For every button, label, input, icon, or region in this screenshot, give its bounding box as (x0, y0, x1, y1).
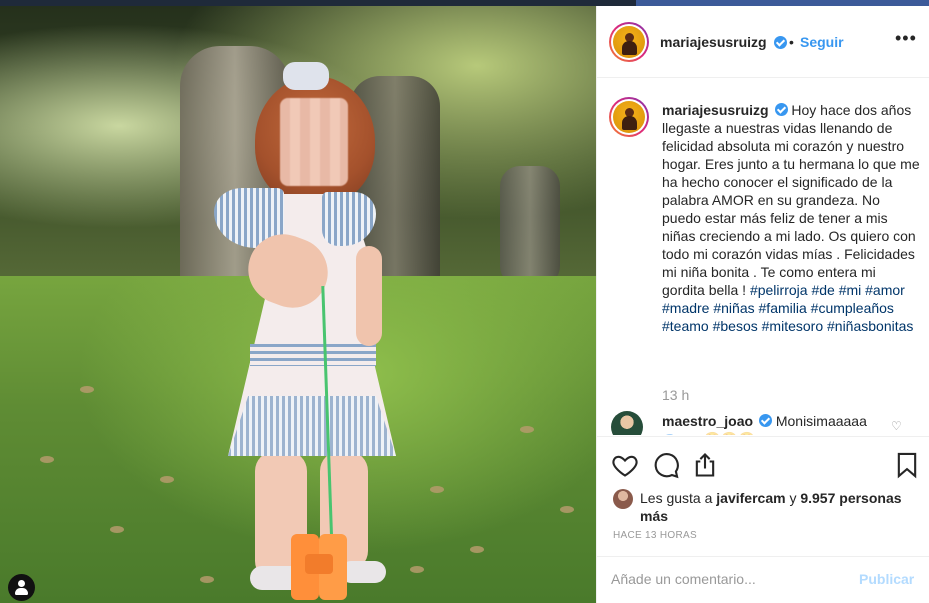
publish-button[interactable]: Publicar (859, 571, 914, 587)
hashtag-link[interactable]: #teamo (662, 318, 709, 334)
photo-leaf (80, 386, 94, 393)
photo-leaf (560, 506, 574, 513)
girl-face-blurred (280, 98, 348, 186)
add-comment-bar: Publicar (597, 556, 929, 603)
bookmark-icon[interactable] (893, 451, 921, 479)
photo-leaf (160, 476, 174, 483)
verified-badge-icon (758, 414, 772, 427)
comment-text-continuation: @ ..... 😍😍😍 (662, 431, 756, 435)
comment-icon[interactable] (652, 451, 680, 479)
girl-arm (356, 246, 382, 346)
comment-like-icon[interactable]: ♡ (891, 419, 902, 433)
caption-username[interactable]: mariajesusruizg (662, 102, 769, 118)
comment: maestro_joao Monisimaaaaa (662, 413, 867, 429)
post-caption: mariajesusruizg Hoy hace dos años llegas… (662, 101, 920, 335)
add-comment-input[interactable] (611, 571, 841, 587)
avatar-ring (611, 24, 647, 60)
girl-hair-bow (283, 62, 329, 90)
caption-text: Hoy hace dos años llegaste a nuestras vi… (662, 102, 920, 298)
photo-tree-trunk (500, 166, 560, 286)
author-username[interactable]: mariajesusruizg (660, 34, 767, 50)
photo-leaf (40, 456, 54, 463)
hashtag-link[interactable]: #cumpleaños (811, 300, 894, 316)
hashtag-link[interactable]: #pelirroja (750, 282, 808, 298)
hashtag-link[interactable]: #mitesoro (762, 318, 823, 334)
hashtag-link[interactable]: #familia (759, 300, 807, 316)
photo-leaf (430, 486, 444, 493)
avatar-figure (622, 116, 637, 130)
likes-prefix: Les gusta a (640, 490, 713, 506)
hashtag-link[interactable]: #niñas (713, 300, 754, 316)
post-side-panel: mariajesusruizg • Seguir ••• mariajesusr… (596, 6, 929, 603)
user-tag-body (15, 588, 28, 595)
girl-dress-hem (228, 396, 396, 456)
separator-dot: • (789, 34, 794, 50)
verified-badge-icon (774, 103, 788, 116)
likes-summary: Les gusta a javifercam y 9.957 personas … (640, 489, 920, 525)
avatar-image (613, 101, 645, 133)
caption-time[interactable]: 13 h (662, 387, 689, 403)
verified-badge-icon (774, 36, 787, 49)
share-icon[interactable] (691, 451, 719, 479)
photo-leaf (200, 576, 214, 583)
avatar-ring (611, 99, 647, 135)
comment-text: Monisimaaaaa (775, 413, 867, 429)
post-photo[interactable] (0, 6, 596, 603)
avatar-image (613, 26, 645, 58)
hashtag-link[interactable]: #mi (839, 282, 862, 298)
photo-leaf (110, 526, 124, 533)
liker-avatar[interactable] (613, 489, 633, 509)
caption-author-avatar[interactable] (609, 97, 649, 137)
photo-leaf (470, 546, 484, 553)
follow-button[interactable]: Seguir (800, 34, 844, 50)
commenter-avatar[interactable] (611, 411, 643, 435)
liker-username[interactable]: javifercam (716, 490, 785, 506)
hashtag-link[interactable]: #amor (865, 282, 905, 298)
likes-conjunction: y (789, 490, 797, 506)
user-tag-icon[interactable] (8, 574, 35, 601)
more-options-icon[interactable]: ••• (895, 28, 917, 49)
post-header: mariajesusruizg • Seguir ••• (597, 6, 929, 78)
girl-dress-stripes (250, 344, 376, 366)
user-tag-head (18, 580, 25, 587)
hashtag-link[interactable]: #madre (662, 300, 709, 316)
heart-icon[interactable] (611, 451, 639, 479)
comment-username[interactable]: maestro_joao (662, 413, 753, 429)
comments-section[interactable]: mariajesusruizg Hoy hace dos años llegas… (597, 79, 929, 435)
hashtag-link[interactable]: #de (811, 282, 834, 298)
hashtag-link[interactable]: #besos (713, 318, 758, 334)
post-timestamp[interactable]: HACE 13 HORAS (613, 530, 697, 541)
author-avatar[interactable] (609, 22, 649, 62)
hashtag-link[interactable]: #niñasbonitas (827, 318, 913, 334)
photo-leaf (410, 566, 424, 573)
photo-leaf (520, 426, 534, 433)
toy-binoculars (305, 554, 333, 574)
avatar-figure (622, 41, 637, 55)
